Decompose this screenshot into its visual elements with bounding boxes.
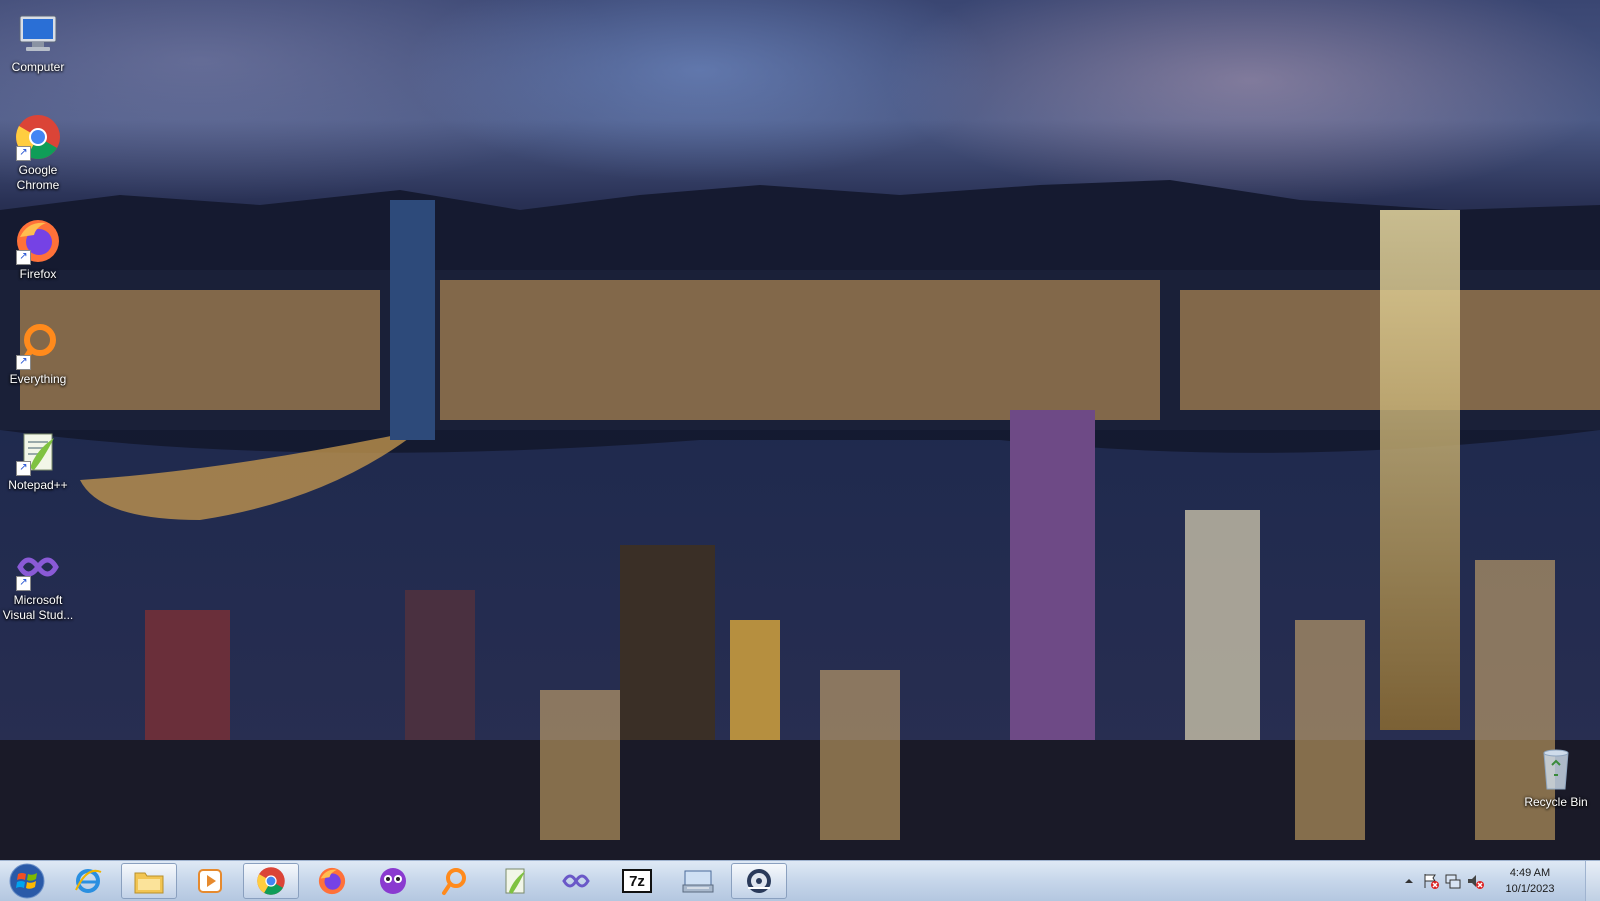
taskbar-infinity-app[interactable]	[548, 863, 604, 899]
internet-explorer-icon	[75, 869, 102, 893]
shortcut-arrow-icon: ↗	[16, 355, 31, 370]
taskbar-visual-studio[interactable]	[365, 863, 421, 899]
desktop-icon-notepadplusplus[interactable]: ↗ Notepad++	[0, 428, 76, 493]
show-desktop-button[interactable]	[1585, 861, 1600, 901]
folder-icon	[134, 872, 164, 894]
firefox-icon	[318, 867, 346, 895]
chevron-up-icon	[1405, 879, 1413, 883]
desktop-icon-firefox[interactable]: ↗ Firefox	[0, 217, 76, 282]
desktop: Computer ↗ Google Chrome ↗ Firefox ↗ Eve…	[0, 0, 1600, 860]
desktop-icon-visual-studio[interactable]: ↗ Microsoft Visual Stud...	[0, 543, 76, 623]
chrome-icon: ↗	[14, 113, 62, 161]
taskbar-notepadplusplus[interactable]	[487, 863, 543, 899]
desktop-icon-label: Firefox	[19, 267, 57, 281]
visual-studio-icon: ↗	[14, 543, 62, 591]
notepadplusplus-icon	[505, 868, 525, 894]
clock-time: 4:49 AM	[1509, 867, 1551, 879]
visual-studio-icon	[380, 868, 406, 894]
wallpaper-skyline	[0, 180, 1600, 860]
7zip-icon: 7z	[622, 869, 652, 893]
everything-search-icon	[442, 868, 466, 895]
keyboard-icon	[682, 870, 714, 893]
shortcut-arrow-icon: ↗	[16, 461, 31, 476]
clock-date: 10/1/2023	[1505, 883, 1555, 895]
computer-icon	[14, 10, 62, 58]
taskbar-media-player[interactable]	[182, 863, 238, 899]
flag-error-icon	[1424, 874, 1439, 889]
desktop-icon-label: Google Chrome	[16, 163, 60, 192]
system-tray: 4:49 AM 10/1/2023	[1400, 861, 1600, 901]
desktop-icon-everything[interactable]: ↗ Everything	[0, 322, 76, 387]
notepadplusplus-icon: ↗	[14, 428, 62, 476]
desktop-icon-label: Everything	[9, 372, 67, 386]
windows-logo-icon	[9, 863, 45, 899]
network-icon	[1445, 874, 1461, 889]
taskbar-clock[interactable]: 4:49 AM 10/1/2023	[1490, 865, 1570, 897]
volume-muted-icon	[1468, 875, 1484, 889]
desktop-icon-recycle-bin[interactable]: Recycle Bin	[1518, 745, 1594, 810]
shortcut-arrow-icon: ↗	[16, 576, 31, 591]
recycle-bin-icon	[1532, 745, 1580, 793]
taskbar: 7z 4:49 AM 10/1/2023	[0, 860, 1600, 901]
desktop-icon-computer[interactable]: Computer	[0, 10, 76, 75]
disk-icon	[747, 869, 771, 893]
taskbar-keyboard-app[interactable]	[670, 863, 726, 899]
shortcut-arrow-icon: ↗	[16, 146, 31, 161]
desktop-icon-label: Notepad++	[8, 478, 68, 492]
taskbar-7zip[interactable]: 7z	[609, 863, 665, 899]
media-player-icon	[198, 869, 222, 893]
taskbar-file-explorer[interactable]	[121, 863, 177, 899]
start-button[interactable]	[4, 862, 50, 900]
tray-action-center[interactable]	[1422, 872, 1440, 890]
tray-volume[interactable]	[1466, 872, 1484, 890]
infinity-icon	[562, 874, 590, 888]
desktop-icon-google-chrome[interactable]: ↗ Google Chrome	[0, 113, 76, 193]
desktop-icon-label: Microsoft Visual Stud...	[2, 593, 74, 622]
taskbar-everything[interactable]	[426, 863, 482, 899]
desktop-icon-label: Computer	[11, 60, 65, 74]
taskbar-firefox[interactable]	[304, 863, 360, 899]
everything-search-icon: ↗	[14, 322, 62, 370]
taskbar-disk-app[interactable]	[731, 863, 787, 899]
tray-network[interactable]	[1444, 872, 1462, 890]
desktop-icon-label: Recycle Bin	[1524, 795, 1588, 809]
7zip-label: 7z	[629, 872, 645, 890]
taskbar-internet-explorer[interactable]	[60, 863, 116, 899]
shortcut-arrow-icon: ↗	[16, 250, 31, 265]
show-hidden-icons-button[interactable]	[1400, 872, 1418, 890]
chrome-icon	[257, 867, 285, 895]
taskbar-chrome[interactable]	[243, 863, 299, 899]
firefox-icon: ↗	[14, 217, 62, 265]
